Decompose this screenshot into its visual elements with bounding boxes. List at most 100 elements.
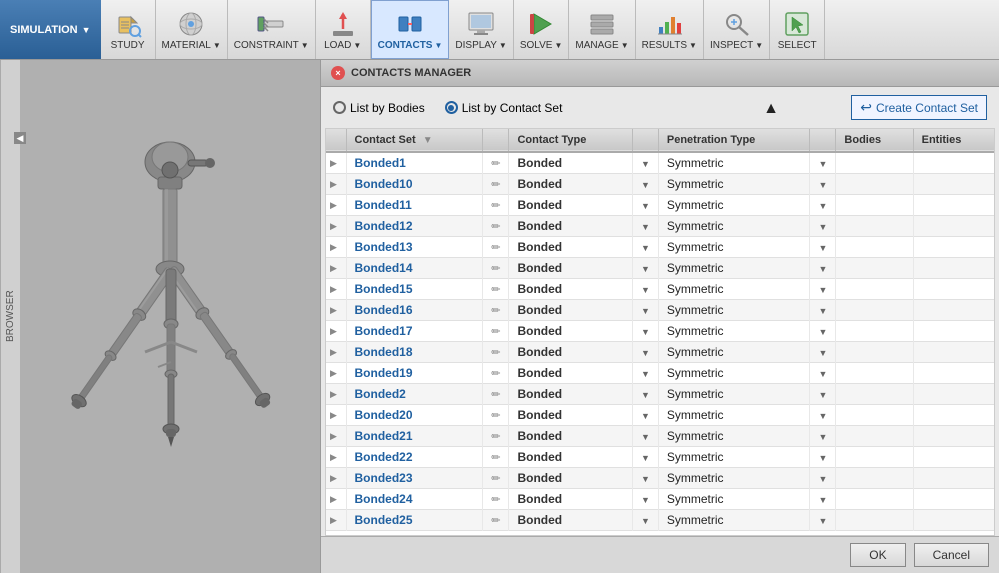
row-expand-arrow[interactable]: ▶ [326, 237, 346, 258]
th-penetration-type[interactable]: Penetration Type [658, 129, 810, 152]
edit-cell[interactable]: ✏ [483, 384, 509, 405]
contact-type-arrow[interactable]: ▼ [632, 195, 658, 216]
contact-set-name[interactable]: Bonded22 [346, 447, 483, 468]
contact-set-name[interactable]: Bonded20 [346, 405, 483, 426]
table-row[interactable]: ▶ Bonded17 ✏ Bonded ▼ Symmetric ▼ [326, 321, 994, 342]
table-row[interactable]: ▶ Bonded23 ✏ Bonded ▼ Symmetric ▼ [326, 468, 994, 489]
toolbar-inspect[interactable]: INSPECT [704, 0, 770, 59]
create-contact-set-button[interactable]: ↩ Create Contact Set [851, 95, 987, 120]
toolbar-constraint[interactable]: CONSTRAINT [228, 0, 316, 59]
row-expand-arrow[interactable]: ▶ [326, 426, 346, 447]
penetration-arrow[interactable]: ▼ [810, 195, 836, 216]
contact-type-arrow[interactable]: ▼ [632, 468, 658, 489]
row-expand-arrow[interactable]: ▶ [326, 279, 346, 300]
contact-set-name[interactable]: Bonded2 [346, 384, 483, 405]
contact-set-name[interactable]: Bonded14 [346, 258, 483, 279]
toolbar-load[interactable]: LOAD [316, 0, 371, 59]
toolbar-material[interactable]: MATERIAL [156, 0, 228, 59]
contact-set-name[interactable]: Bonded25 [346, 510, 483, 531]
th-entities[interactable]: Entities [913, 129, 994, 152]
penetration-arrow[interactable]: ▼ [810, 510, 836, 531]
contact-type-arrow[interactable]: ▼ [632, 152, 658, 174]
penetration-arrow[interactable]: ▼ [810, 174, 836, 195]
contact-type-arrow[interactable]: ▼ [632, 258, 658, 279]
row-expand-arrow[interactable]: ▶ [326, 342, 346, 363]
edit-cell[interactable]: ✏ [483, 510, 509, 531]
contact-type-arrow[interactable]: ▼ [632, 489, 658, 510]
contact-set-name[interactable]: Bonded11 [346, 195, 483, 216]
contact-type-arrow[interactable]: ▼ [632, 426, 658, 447]
edit-cell[interactable]: ✏ [483, 468, 509, 489]
edit-cell[interactable]: ✏ [483, 279, 509, 300]
contact-type-arrow[interactable]: ▼ [632, 300, 658, 321]
table-row[interactable]: ▶ Bonded16 ✏ Bonded ▼ Symmetric ▼ [326, 300, 994, 321]
penetration-arrow[interactable]: ▼ [810, 152, 836, 174]
toolbar-manage[interactable]: MANAGE [569, 0, 635, 59]
th-contact-set[interactable]: Contact Set ▼ [346, 129, 483, 152]
row-expand-arrow[interactable]: ▶ [326, 363, 346, 384]
simulation-menu[interactable]: SIMULATION [0, 0, 101, 59]
filter-contact-set-icon[interactable]: ▼ [423, 135, 433, 146]
collapse-button[interactable]: ◀ [14, 132, 26, 144]
table-row[interactable]: ▶ Bonded13 ✏ Bonded ▼ Symmetric ▼ [326, 237, 994, 258]
edit-cell[interactable]: ✏ [483, 258, 509, 279]
contact-set-name[interactable]: Bonded24 [346, 489, 483, 510]
contact-set-name[interactable]: Bonded17 [346, 321, 483, 342]
penetration-arrow[interactable]: ▼ [810, 426, 836, 447]
table-row[interactable]: ▶ Bonded1 ✏ Bonded ▼ Symmetric ▼ [326, 152, 994, 174]
contacts-table-container[interactable]: Contact Set ▼ Contact Type Penetration T… [325, 128, 995, 536]
contact-set-name[interactable]: Bonded23 [346, 468, 483, 489]
ok-button[interactable]: OK [850, 543, 905, 567]
edit-cell[interactable]: ✏ [483, 237, 509, 258]
radio-list-by-contact-set[interactable]: List by Contact Set [445, 101, 563, 115]
toolbar-study[interactable]: STUDY [101, 0, 156, 59]
table-row[interactable]: ▶ Bonded24 ✏ Bonded ▼ Symmetric ▼ [326, 489, 994, 510]
row-expand-arrow[interactable]: ▶ [326, 258, 346, 279]
toolbar-solve[interactable]: SOLVE [514, 0, 570, 59]
penetration-arrow[interactable]: ▼ [810, 342, 836, 363]
contact-set-name[interactable]: Bonded15 [346, 279, 483, 300]
contact-type-arrow[interactable]: ▼ [632, 174, 658, 195]
edit-cell[interactable]: ✏ [483, 321, 509, 342]
edit-cell[interactable]: ✏ [483, 405, 509, 426]
row-expand-arrow[interactable]: ▶ [326, 300, 346, 321]
toolbar-results[interactable]: RESULTS [636, 0, 704, 59]
table-row[interactable]: ▶ Bonded11 ✏ Bonded ▼ Symmetric ▼ [326, 195, 994, 216]
toolbar-contacts[interactable]: CONTACTS [371, 0, 450, 59]
contact-set-name[interactable]: Bonded21 [346, 426, 483, 447]
contact-type-arrow[interactable]: ▼ [632, 405, 658, 426]
table-row[interactable]: ▶ Bonded10 ✏ Bonded ▼ Symmetric ▼ [326, 174, 994, 195]
row-expand-arrow[interactable]: ▶ [326, 152, 346, 174]
row-expand-arrow[interactable]: ▶ [326, 489, 346, 510]
contact-type-arrow[interactable]: ▼ [632, 384, 658, 405]
penetration-arrow[interactable]: ▼ [810, 405, 836, 426]
toolbar-display[interactable]: DISPLAY [449, 0, 513, 59]
penetration-arrow[interactable]: ▼ [810, 279, 836, 300]
edit-cell[interactable]: ✏ [483, 342, 509, 363]
edit-cell[interactable]: ✏ [483, 447, 509, 468]
th-bodies[interactable]: Bodies [836, 129, 913, 152]
contact-type-arrow[interactable]: ▼ [632, 510, 658, 531]
contact-set-name[interactable]: Bonded19 [346, 363, 483, 384]
row-expand-arrow[interactable]: ▶ [326, 384, 346, 405]
th-contact-type[interactable]: Contact Type [509, 129, 632, 152]
edit-cell[interactable]: ✏ [483, 152, 509, 174]
table-row[interactable]: ▶ Bonded22 ✏ Bonded ▼ Symmetric ▼ [326, 447, 994, 468]
contact-set-name[interactable]: Bonded18 [346, 342, 483, 363]
row-expand-arrow[interactable]: ▶ [326, 510, 346, 531]
penetration-arrow[interactable]: ▼ [810, 384, 836, 405]
penetration-arrow[interactable]: ▼ [810, 363, 836, 384]
edit-cell[interactable]: ✏ [483, 195, 509, 216]
contact-type-arrow[interactable]: ▼ [632, 363, 658, 384]
table-row[interactable]: ▶ Bonded21 ✏ Bonded ▼ Symmetric ▼ [326, 426, 994, 447]
row-expand-arrow[interactable]: ▶ [326, 321, 346, 342]
panel-close-button[interactable]: × [331, 66, 345, 80]
row-expand-arrow[interactable]: ▶ [326, 405, 346, 426]
edit-cell[interactable]: ✏ [483, 216, 509, 237]
contact-type-arrow[interactable]: ▼ [632, 447, 658, 468]
penetration-arrow[interactable]: ▼ [810, 468, 836, 489]
contact-set-name[interactable]: Bonded13 [346, 237, 483, 258]
penetration-arrow[interactable]: ▼ [810, 237, 836, 258]
contact-type-arrow[interactable]: ▼ [632, 342, 658, 363]
row-expand-arrow[interactable]: ▶ [326, 447, 346, 468]
